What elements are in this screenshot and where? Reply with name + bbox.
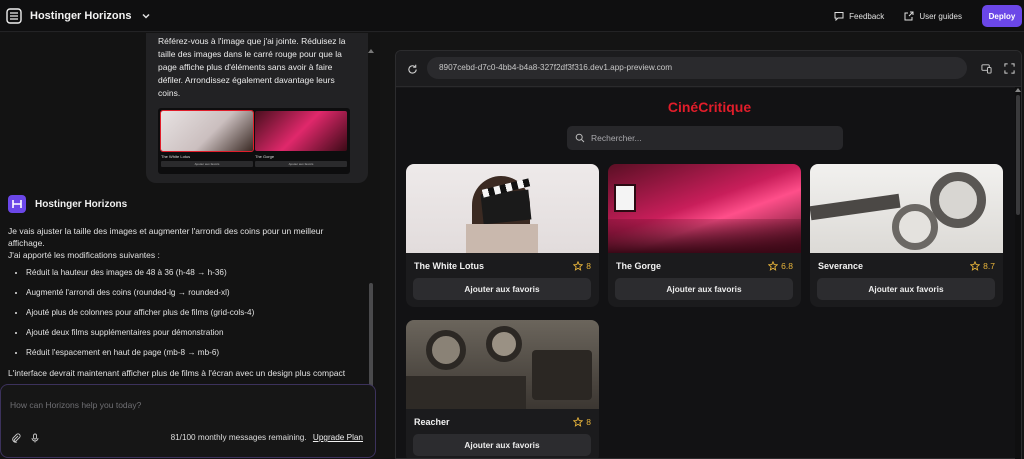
project-switcher[interactable]: Hostinger Horizons: [6, 7, 151, 24]
attached-screenshot[interactable]: The White Lotus Ajouter aux favoris The …: [158, 108, 350, 174]
thumb-card: The White Lotus Ajouter aux favoris: [160, 110, 254, 171]
star-icon: [970, 261, 981, 271]
thumb-card: The Gorge Ajouter aux favoris: [255, 111, 347, 171]
thumb-image: [255, 111, 347, 151]
movie-card: Reacher 8 Ajouter aux favoris: [406, 320, 599, 458]
external-link-icon: [904, 11, 914, 21]
thumb-button: Ajouter aux favoris: [161, 161, 253, 167]
preview-url-field[interactable]: 8907cebd-d7c0-4bb4-b4a8-327f2df3f316.dev…: [427, 57, 967, 79]
app-title: CinéCritique: [667, 99, 752, 115]
feedback-button[interactable]: Feedback: [834, 11, 884, 21]
deploy-button[interactable]: Deploy: [982, 5, 1022, 27]
messages-remaining: 81/100 monthly messages remaining.: [170, 433, 307, 442]
movie-card: Severance 8.7 Ajouter aux favoris: [810, 164, 1003, 307]
add-to-favorites-button[interactable]: Ajouter aux favoris: [817, 278, 995, 300]
assistant-name: Hostinger Horizons: [35, 198, 128, 210]
movie-rating: 8.7: [970, 261, 995, 271]
movie-poster: [406, 164, 599, 253]
message-composer: How can Horizons help you today? 81/100 …: [0, 384, 376, 458]
chat-panel: Référez-vous à l'image que j'ai jointe. …: [0, 33, 380, 459]
thumb-image: [160, 110, 254, 152]
thumb-button: Ajouter aux favoris: [255, 161, 347, 167]
add-to-favorites-button[interactable]: Ajouter aux favoris: [413, 434, 591, 456]
movie-rating: 8: [573, 417, 591, 427]
thumb-title: The White Lotus: [161, 154, 191, 159]
chevron-down-icon[interactable]: [141, 11, 151, 21]
list-item: Ajouté plus de colonnes pour afficher pl…: [26, 307, 360, 319]
assistant-intro: Je vais ajuster la taille des images et …: [8, 226, 324, 248]
movie-poster: [608, 164, 801, 253]
search-input[interactable]: Rechercher...: [567, 126, 843, 150]
list-item: Augmenté l'arrondi des coins (rounded-lg…: [26, 287, 360, 299]
movie-poster: [406, 320, 599, 409]
star-icon: [573, 417, 584, 427]
assistant-changes-header: J'ai apporté les modifications suivantes…: [8, 250, 160, 260]
scroll-up-arrow-icon[interactable]: [368, 49, 374, 53]
usage-status: 81/100 monthly messages remaining. Upgra…: [171, 433, 363, 442]
assistant-message: Je vais ajuster la taille des images et …: [8, 225, 360, 379]
list-item: Réduit l'espacement en haut de page (mb-…: [26, 347, 360, 359]
movie-card: The White Lotus 8 Ajouter aux favoris: [406, 164, 599, 307]
user-guides-label: User guides: [919, 11, 962, 21]
search-icon: [575, 133, 585, 143]
assistant-closing: L'interface devrait maintenant afficher …: [8, 368, 346, 378]
changes-list: Réduit la hauteur des images de 48 à 36 …: [8, 267, 360, 359]
reload-icon[interactable]: [407, 64, 418, 75]
horizons-logo-icon: [6, 7, 22, 24]
star-icon: [768, 261, 779, 271]
user-message-partial: Référez-vous à l'image que j'ai jointe. …: [158, 36, 346, 46]
add-to-favorites-button[interactable]: Ajouter aux favoris: [615, 278, 793, 300]
preview-panel: 8907cebd-d7c0-4bb4-b4a8-327f2df3f316.dev…: [395, 50, 1022, 459]
device-toggle-icon[interactable]: [981, 63, 992, 74]
rating-value: 6.8: [781, 261, 793, 271]
paperclip-icon[interactable]: [11, 433, 21, 443]
add-to-favorites-button[interactable]: Ajouter aux favoris: [413, 278, 591, 300]
feedback-label: Feedback: [849, 11, 885, 21]
rating-value: 8.7: [983, 261, 995, 271]
expand-icon[interactable]: [1004, 63, 1015, 74]
movie-title: Severance: [818, 261, 864, 271]
feedback-icon: [834, 12, 844, 21]
movie-rating: 6.8: [768, 261, 793, 271]
movie-title: Reacher: [414, 417, 450, 427]
movie-card: The Gorge 6.8 Ajouter aux favoris: [608, 164, 801, 307]
scroll-up-arrow-icon[interactable]: [1015, 88, 1021, 92]
assistant-header: Hostinger Horizons: [8, 195, 127, 213]
movie-title: The White Lotus: [414, 261, 484, 271]
horizons-logo-icon: [12, 200, 22, 208]
preview-toolbar: 8907cebd-d7c0-4bb4-b4a8-327f2df3f316.dev…: [396, 51, 1021, 87]
assistant-avatar: [8, 195, 26, 213]
thumb-title: The Gorge: [255, 154, 275, 159]
chat-scrollbar[interactable]: [369, 283, 373, 393]
movie-rating: 8: [573, 261, 591, 271]
app-preview: CinéCritique Rechercher... The White Lot…: [396, 88, 1021, 458]
user-guides-link[interactable]: User guides: [904, 11, 962, 21]
star-icon: [573, 261, 584, 271]
preview-scrollbar[interactable]: [1016, 95, 1020, 215]
rating-value: 8: [586, 261, 591, 271]
rating-value: 8: [586, 417, 591, 427]
list-item: Ajouté deux films supplémentaires pour d…: [26, 327, 360, 339]
microphone-icon[interactable]: [30, 433, 40, 443]
user-message-text: taille des images dans le carré rouge po…: [158, 49, 342, 98]
list-item: Réduit la hauteur des images de 48 à 36 …: [26, 267, 360, 279]
message-input[interactable]: How can Horizons help you today?: [10, 400, 141, 410]
app-name: Hostinger Horizons: [30, 9, 132, 22]
upgrade-plan-link[interactable]: Upgrade Plan: [313, 433, 363, 442]
search-placeholder: Rechercher...: [591, 133, 642, 143]
movie-title: The Gorge: [616, 261, 662, 271]
user-message: Référez-vous à l'image que j'ai jointe. …: [146, 33, 368, 183]
top-bar: Hostinger Horizons Feedback User guides …: [0, 0, 1024, 32]
movie-poster: [810, 164, 1003, 253]
